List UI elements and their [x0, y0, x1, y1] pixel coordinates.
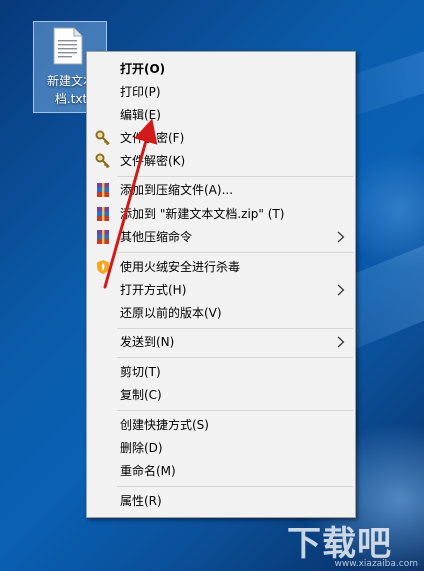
menu-item-send-to[interactable]: 发送到(N) [89, 331, 353, 353]
menu-item-label: 添加到 "新建文本文档.zip" (T) [120, 207, 285, 221]
text-document-icon [53, 27, 83, 65]
menu-item-label: 剪切(T) [120, 365, 161, 379]
menu-item-decrypt[interactable]: 文件解密(K) [89, 150, 353, 172]
menu-item-copy[interactable]: 复制(C) [89, 384, 353, 406]
menu-item-print[interactable]: 打印(P) [89, 81, 353, 103]
menu-separator [117, 328, 353, 329]
menu-item-label: 打开方式(H) [120, 283, 187, 297]
context-menu: 打开(O) 打印(P) 编辑(E) 文件加密(F) 文件解密(K) 添加到压缩文… [86, 51, 356, 518]
watermark: 下载吧 www.xiazaiba.com [287, 512, 424, 571]
menu-item-create-shortcut[interactable]: 创建快捷方式(S) [89, 414, 353, 436]
menu-separator [117, 410, 353, 411]
menu-item-label: 编辑(E) [120, 108, 161, 122]
menu-item-label: 发送到(N) [120, 335, 175, 349]
winrar-icon [97, 183, 109, 197]
shield-icon [97, 260, 109, 274]
menu-item-label: 其他压缩命令 [120, 230, 193, 244]
menu-item-delete[interactable]: 删除(D) [89, 437, 353, 459]
chevron-right-icon [337, 231, 345, 243]
menu-item-label: 文件加密(F) [120, 131, 185, 145]
menu-item-properties[interactable]: 属性(R) [89, 490, 353, 512]
menu-item-restore-versions[interactable]: 还原以前的版本(V) [89, 302, 353, 324]
menu-item-label: 属性(R) [120, 494, 162, 508]
chevron-right-icon [337, 284, 345, 296]
menu-separator [117, 252, 353, 253]
menu-item-label: 使用火绒安全进行杀毒 [120, 260, 241, 274]
menu-item-open-with[interactable]: 打开方式(H) [89, 279, 353, 301]
menu-item-open[interactable]: 打开(O) [89, 58, 353, 80]
menu-item-antivirus[interactable]: 使用火绒安全进行杀毒 [89, 256, 353, 278]
menu-item-label: 还原以前的版本(V) [120, 306, 222, 320]
menu-item-label: 打印(P) [120, 85, 161, 99]
menu-item-label: 重命名(M) [120, 464, 176, 478]
menu-item-label: 添加到压缩文件(A)... [120, 183, 234, 197]
winrar-icon [97, 230, 109, 244]
chevron-right-icon [337, 336, 345, 348]
menu-item-label: 文件解密(K) [120, 154, 186, 168]
menu-item-cut[interactable]: 剪切(T) [89, 361, 353, 383]
menu-item-add-to-archive[interactable]: 添加到压缩文件(A)... [89, 179, 353, 201]
menu-item-rename[interactable]: 重命名(M) [89, 460, 353, 482]
watermark-url: www.xiazaiba.com [334, 559, 418, 569]
menu-item-encrypt[interactable]: 文件加密(F) [89, 127, 353, 149]
menu-item-other-compress[interactable]: 其他压缩命令 [89, 226, 353, 248]
menu-item-add-to-zip[interactable]: 添加到 "新建文本文档.zip" (T) [89, 203, 353, 225]
key-icon [95, 130, 110, 146]
winrar-icon [97, 207, 109, 221]
key-icon [95, 153, 110, 169]
menu-item-edit[interactable]: 编辑(E) [89, 104, 353, 126]
menu-item-label: 创建快捷方式(S) [120, 418, 209, 432]
menu-item-label: 删除(D) [120, 441, 163, 455]
menu-separator [117, 486, 353, 487]
menu-separator [117, 176, 353, 177]
watermark-text: 下载吧 [287, 524, 392, 564]
menu-separator [117, 357, 353, 358]
menu-item-label: 复制(C) [120, 388, 162, 402]
menu-item-label: 打开(O) [120, 62, 166, 76]
